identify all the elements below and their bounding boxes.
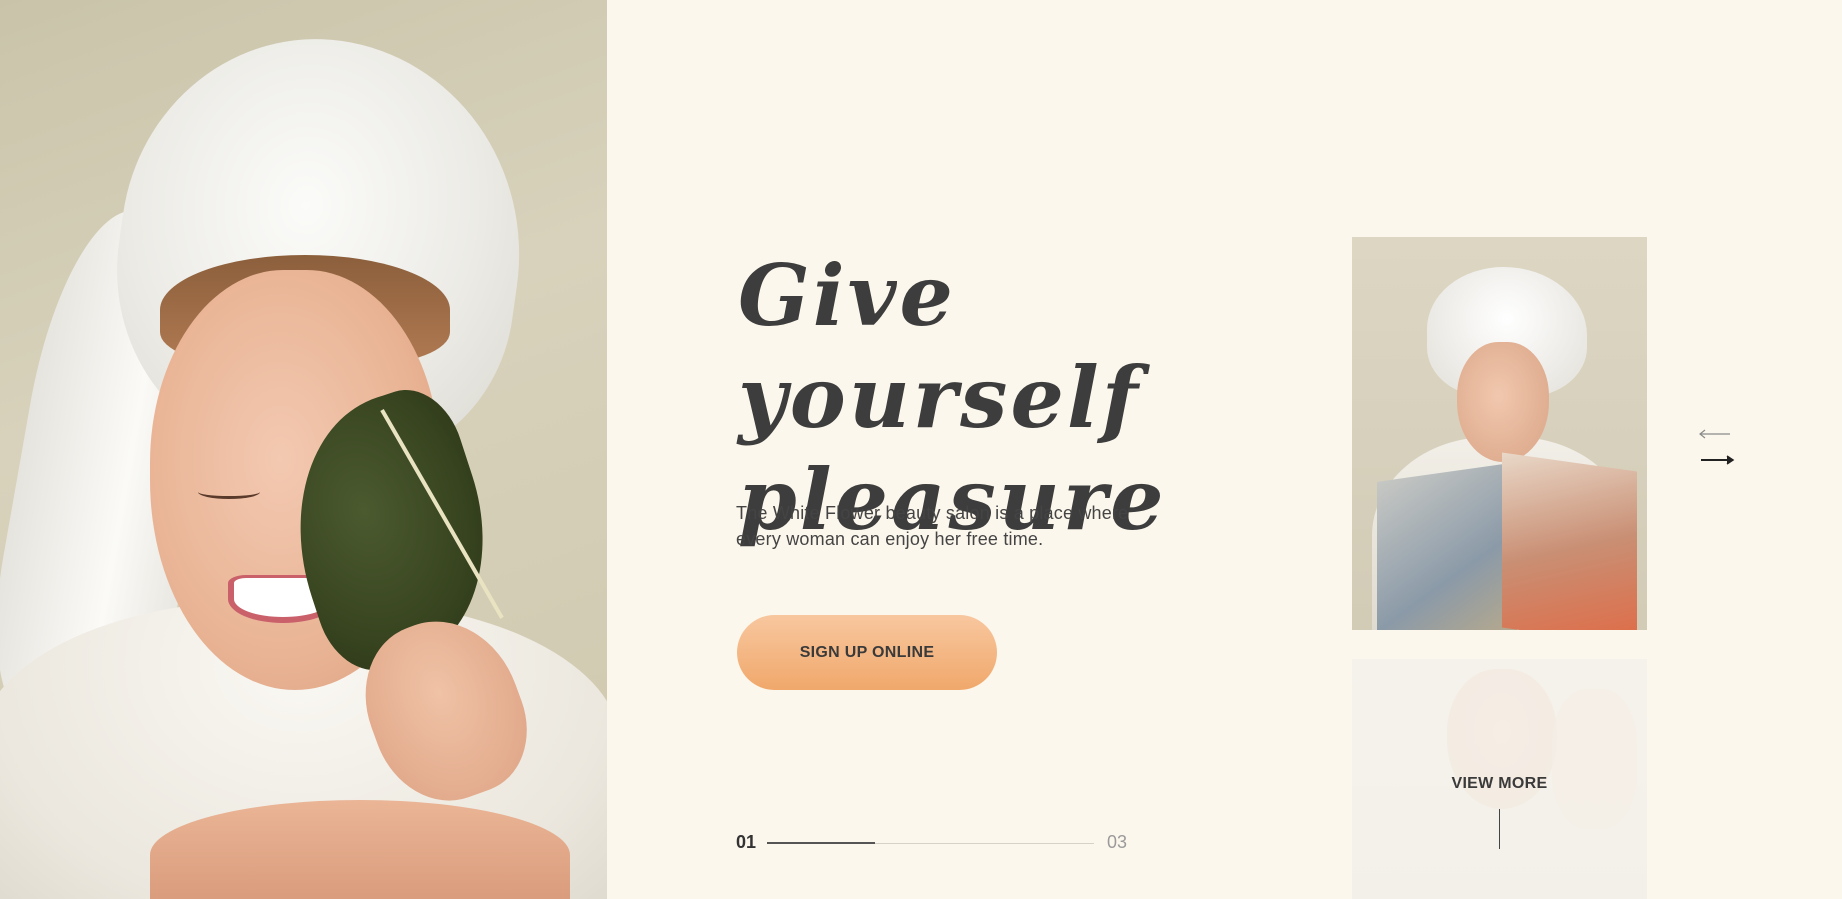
eye-shape bbox=[198, 485, 260, 499]
magazine-right-page bbox=[1502, 452, 1637, 630]
slide-progress-track bbox=[767, 842, 1094, 844]
face-shape bbox=[1457, 342, 1549, 462]
hero-description: The White Flower beauty salon is a place… bbox=[736, 503, 1129, 549]
magazine-left-page bbox=[1377, 462, 1517, 630]
view-more-link[interactable]: VIEW MORE bbox=[1352, 775, 1647, 793]
arrow-left-icon[interactable] bbox=[1698, 425, 1732, 443]
arm-shape bbox=[150, 800, 570, 899]
slide-thumbnail-current[interactable] bbox=[1352, 237, 1647, 630]
slide-current-number: 01 bbox=[736, 832, 757, 852]
slide-progress-fill bbox=[767, 842, 875, 844]
title-line-1: Give yourself bbox=[738, 246, 1141, 447]
sign-up-online-button[interactable]: SIGN UP ONLINE bbox=[737, 615, 997, 690]
view-more-line bbox=[1499, 809, 1500, 849]
arrow-right-icon[interactable] bbox=[1699, 451, 1735, 469]
slide-total-number: 03 bbox=[1107, 832, 1128, 852]
hero-image bbox=[0, 0, 607, 899]
slide-thumbnail-next[interactable]: VIEW MORE bbox=[1352, 659, 1647, 899]
